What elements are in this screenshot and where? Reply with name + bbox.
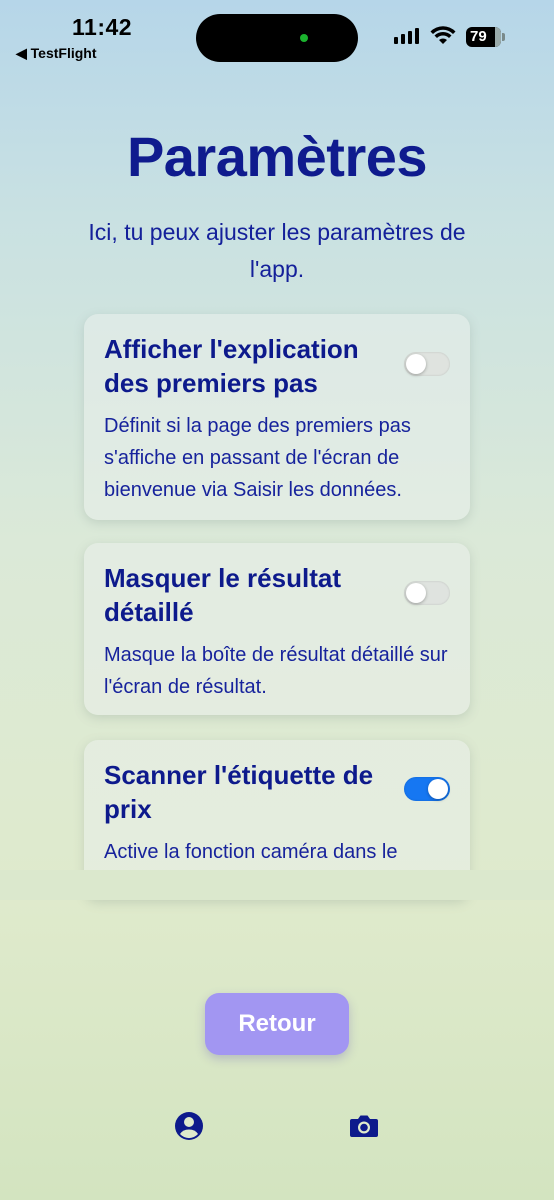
back-button[interactable]: Retour [205,993,349,1055]
scan-price-label-toggle[interactable] [404,777,450,801]
camera-indicator-dot [300,34,308,42]
setting-description: Définit si la page des premiers pas s'af… [104,415,411,501]
wifi-icon [430,26,456,44]
setting-title: Scanner l'étiquette de prix [104,760,374,824]
back-to-testflight-link[interactable]: ◀ TestFlight [16,45,97,62]
setting-title: Masquer le résultat détaillé [104,563,341,627]
setting-card-hide-detailed-result: Masquer le résultat détaillé Masque la b… [84,543,470,715]
status-bar: 11:42 ◀ TestFlight 79 [0,0,554,70]
cellular-signal-icon [394,28,419,44]
first-steps-toggle[interactable] [404,352,450,376]
page-title: Paramètres [126,125,428,188]
setting-title: Afficher l'explication des premiers pas [104,334,359,398]
camera-icon[interactable] [348,1110,380,1142]
setting-card-first-steps: Afficher l'explication des premiers pas … [84,314,470,520]
dynamic-island [196,14,358,62]
scroll-fade [0,870,554,900]
battery-level: 79 [470,28,487,45]
page-subtitle: Ici, tu peux ajuster les paramètres de l… [88,219,466,282]
status-time: 11:42 [72,14,133,40]
setting-description: Masque la boîte de résultat détaillé sur… [104,644,448,698]
profile-icon[interactable] [173,1110,205,1142]
battery-icon: 79 [466,27,506,47]
setting-description: Active la fonction caméra dans le [104,841,398,863]
hide-detailed-result-toggle[interactable] [404,581,450,605]
